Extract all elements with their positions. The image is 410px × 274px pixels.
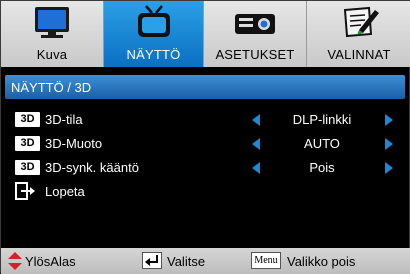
- footer-menu-label: Valikko pois: [287, 254, 356, 269]
- menu-row-3d-tila[interactable]: 3D 3D-tila DLP-linkki: [1, 109, 410, 131]
- menu-row-exit[interactable]: Lopeta: [1, 181, 410, 203]
- projector-icon: [235, 14, 275, 34]
- row-value: DLP-linkki: [292, 112, 352, 127]
- tab-valinnat-label: VALINNAT: [327, 47, 391, 62]
- tab-bar: Kuva NÄYTTÖ ASETUKSET VALINNAT: [1, 1, 410, 67]
- row-value: AUTO: [304, 136, 340, 151]
- left-arrow-icon[interactable]: [252, 138, 260, 150]
- exit-label: Lopeta: [45, 184, 85, 199]
- row-value: Pois: [309, 160, 335, 175]
- tab-kuva-label: Kuva: [36, 47, 68, 62]
- exit-icon: [15, 182, 35, 200]
- tab-valinnat[interactable]: VALINNAT: [307, 1, 410, 67]
- footer-nav-label: YlösAlas: [25, 254, 76, 269]
- section-title: NÄYTTÖ / 3D: [11, 80, 92, 95]
- monitor-icon: [35, 7, 69, 38]
- row-label: 3D-synk. kääntö: [45, 160, 139, 175]
- tab-asetukset-label: ASETUKSET: [215, 47, 295, 62]
- right-arrow-icon[interactable]: [385, 162, 393, 174]
- menu-key-icon: Menu: [251, 252, 281, 269]
- osd-menu: Kuva NÄYTTÖ ASETUKSET VALINNAT NÄYTTÖ / …: [0, 0, 410, 274]
- tab-kuva[interactable]: Kuva: [1, 1, 104, 67]
- section-header: NÄYTTÖ / 3D: [5, 75, 405, 99]
- right-arrow-icon[interactable]: [385, 114, 393, 126]
- tab-naytto-label: NÄYTTÖ: [126, 47, 181, 62]
- footer-select-label: Valitse: [167, 254, 206, 269]
- left-arrow-icon[interactable]: [252, 114, 260, 126]
- tab-naytto[interactable]: NÄYTTÖ: [104, 1, 204, 67]
- row-label: 3D-tila: [45, 112, 83, 127]
- tv-icon: [137, 5, 170, 37]
- up-down-arrow-icon: [8, 252, 22, 270]
- left-arrow-icon[interactable]: [252, 162, 260, 174]
- notepad-pen-icon: [343, 6, 379, 38]
- footer-bar: YlösAlas Valitse Menu Valikko pois: [1, 248, 410, 274]
- 3d-badge-icon: 3D: [15, 160, 40, 175]
- 3d-badge-icon: 3D: [15, 136, 40, 151]
- 3d-badge-icon: 3D: [15, 112, 40, 127]
- menu-row-3d-synk-kaanto[interactable]: 3D 3D-synk. kääntö Pois: [1, 157, 410, 179]
- enter-key-icon: [142, 252, 162, 269]
- tab-asetukset[interactable]: ASETUKSET: [204, 1, 307, 67]
- menu-row-3d-muoto[interactable]: 3D 3D-Muoto AUTO: [1, 133, 410, 155]
- right-arrow-icon[interactable]: [385, 138, 393, 150]
- row-label: 3D-Muoto: [45, 136, 103, 151]
